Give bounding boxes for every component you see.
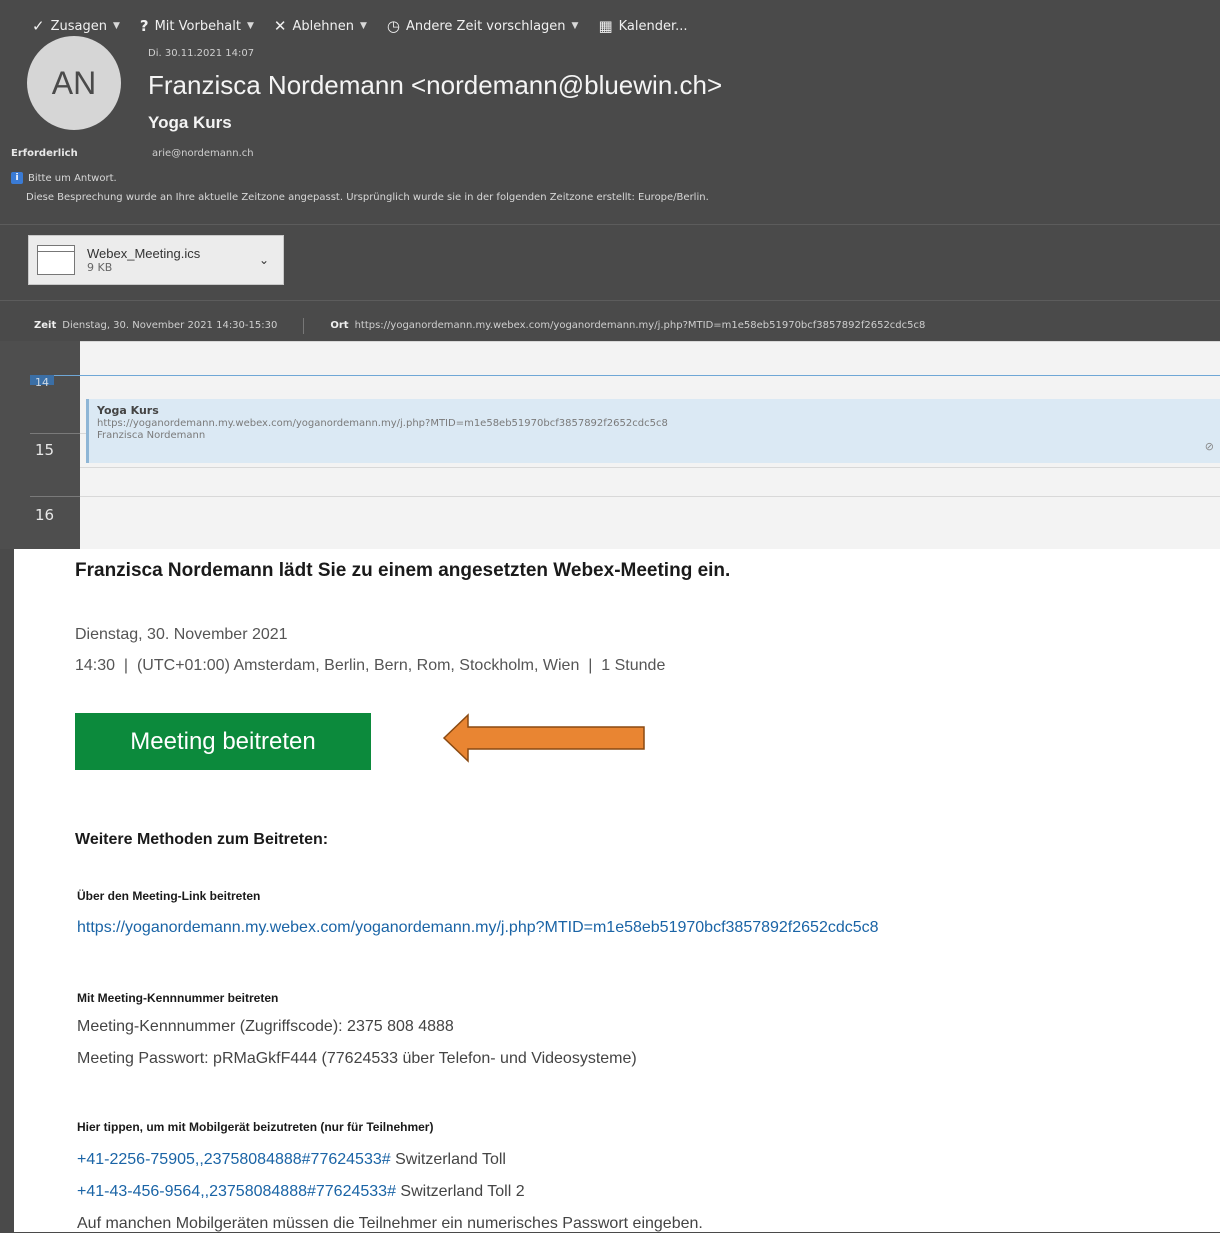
- attachment-icon: ⊘: [1204, 440, 1214, 453]
- info-response-text: Bitte um Antwort.: [28, 172, 117, 184]
- propose-time-label: Andere Zeit vorschlagen: [405, 18, 566, 34]
- calendar-preview: 14 15 16 Yoga Kurs https://yoganordemann…: [0, 341, 1220, 549]
- required-attendee-email[interactable]: arie@nordemann.ch: [152, 148, 254, 159]
- phone-suffix-1: Switzerland Toll: [390, 1151, 506, 1168]
- meeting-meta: Zeit Dienstag, 30. November 2021 14:30-1…: [34, 318, 926, 334]
- calendar-event[interactable]: Yoga Kurs https://yoganordemann.my.webex…: [86, 399, 1220, 463]
- join-meeting-button[interactable]: Meeting beitreten: [75, 713, 371, 770]
- meeting-link[interactable]: https://yoganordemann.my.webex.com/yogan…: [77, 919, 879, 937]
- hour-line: [80, 467, 1220, 468]
- required-attendees-label: Erforderlich: [11, 148, 78, 159]
- annotation-arrow-shape: [442, 713, 645, 763]
- meeting-id-label: Mit Meeting-Kennnummer beitreten: [77, 991, 279, 1005]
- propose-time-button[interactable]: ◷ Andere Zeit vorschlagen ▼: [386, 16, 579, 35]
- sender-avatar[interactable]: AN: [27, 36, 121, 130]
- calendar-button[interactable]: ▦ Kalender...: [598, 16, 688, 35]
- calendar-label: Kalender...: [618, 18, 688, 34]
- other-methods-heading: Weitere Methoden zum Beitreten:: [75, 831, 329, 848]
- phone-entry-2: +41-43-456-9564,,23758084888#77624533# S…: [77, 1183, 525, 1201]
- time-value: Dienstag, 30. November 2021 14:30-15:30: [62, 320, 278, 331]
- hour-label-14: 14: [35, 376, 49, 389]
- calendar-file-icon: [37, 245, 75, 275]
- meeting-password: Meeting Passwort: pRMaGkfF444 (77624533 …: [77, 1050, 637, 1067]
- phone-entry-1: +41-2256-75905,,23758084888#77624533# Sw…: [77, 1151, 506, 1169]
- sent-date: Di. 30.11.2021 14:07: [148, 48, 255, 59]
- hour-label-16: 16: [35, 506, 55, 524]
- chevron-down-icon[interactable]: ⌄: [259, 253, 269, 267]
- attachment-divider: [0, 300, 1220, 301]
- accept-button[interactable]: ✓ Zusagen ▼: [32, 16, 120, 35]
- close-icon: ✕: [273, 16, 287, 35]
- header-divider: [0, 224, 1220, 225]
- hour-line: [80, 496, 1220, 497]
- email-body: Franzisca Nordemann lädt Sie zu einem an…: [14, 549, 1220, 1232]
- meeting-id: Meeting-Kennnummer (Zugriffscode): 2375 …: [77, 1018, 454, 1035]
- email-subject: Yoga Kurs: [148, 113, 232, 132]
- phone-suffix-2: Switzerland Toll 2: [395, 1183, 525, 1200]
- meeting-time: 14:30 | (UTC+01:00) Amsterdam, Berlin, B…: [75, 657, 666, 674]
- chevron-down-icon: ▼: [112, 21, 120, 31]
- chevron-down-icon: ▼: [571, 21, 579, 31]
- gutter-line: [30, 433, 80, 434]
- time-label: Zeit: [34, 320, 57, 331]
- info-icon: i: [11, 172, 23, 184]
- attachment-size: 9 KB: [87, 261, 113, 274]
- response-toolbar: ✓ Zusagen ▼ ? Mit Vorbehalt ▼ ✕ Ablehnen…: [32, 14, 688, 38]
- decline-button[interactable]: ✕ Ablehnen ▼: [273, 16, 367, 35]
- propose-time-icon: ◷: [386, 16, 400, 35]
- annotation-arrow-icon: [442, 713, 645, 763]
- current-time-line: [30, 375, 1220, 376]
- event-title: Yoga Kurs: [97, 404, 159, 417]
- accept-label: Zusagen: [50, 18, 107, 34]
- sender-name[interactable]: Franzisca Nordemann <nordemann@bluewin.c…: [148, 70, 722, 101]
- tentative-button[interactable]: ? Mit Vorbehalt ▼: [139, 16, 254, 35]
- info-bar: i Bitte um Antwort.: [11, 172, 117, 184]
- link-join-label: Über den Meeting-Link beitreten: [77, 889, 261, 903]
- chevron-down-icon: ▼: [246, 21, 254, 31]
- calendar-icon: ▦: [598, 16, 613, 35]
- tentative-label: Mit Vorbehalt: [154, 18, 241, 34]
- event-organizer: Franzisca Nordemann: [97, 430, 206, 441]
- attachment-name: Webex_Meeting.ics: [87, 246, 201, 261]
- phone-link-1[interactable]: +41-2256-75905,,23758084888#77624533#: [77, 1151, 391, 1168]
- invite-heading: Franzisca Nordemann lädt Sie zu einem an…: [75, 560, 731, 581]
- hour-line: [80, 341, 1220, 342]
- event-location: https://yoganordemann.my.webex.com/yogan…: [97, 418, 668, 429]
- checkmark-icon: ✓: [32, 16, 45, 35]
- gutter-line: [30, 496, 80, 497]
- chevron-down-icon: ▼: [359, 21, 367, 31]
- location-label: Ort: [330, 320, 349, 331]
- location-value[interactable]: https://yoganordemann.my.webex.com/yogan…: [355, 320, 926, 334]
- question-mark-icon: ?: [139, 16, 149, 35]
- decline-label: Ablehnen: [292, 18, 354, 34]
- phone-link-2[interactable]: +41-43-456-9564,,23758084888#77624533#: [77, 1183, 396, 1200]
- mobile-join-label: Hier tippen, um mit Mobilgerät beizutret…: [77, 1120, 434, 1134]
- mobile-password-note: Auf manchen Mobilgeräten müssen die Teil…: [77, 1215, 703, 1232]
- attachment-item[interactable]: Webex_Meeting.ics 9 KB ⌄: [28, 235, 284, 285]
- info-timezone-text: Diese Besprechung wurde an Ihre aktuelle…: [26, 192, 709, 203]
- hour-label-15: 15: [35, 441, 55, 459]
- meeting-date: Dienstag, 30. November 2021: [75, 626, 288, 643]
- meta-separator: [303, 318, 305, 334]
